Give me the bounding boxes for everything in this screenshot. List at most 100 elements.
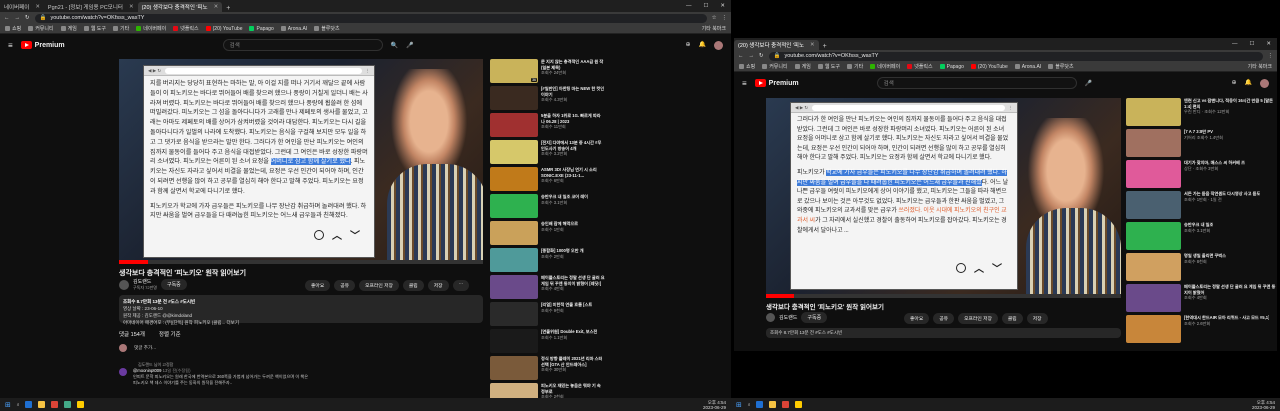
mic-icon[interactable]: 🎤 — [406, 42, 413, 49]
recommended-title[interactable]: 승반우크 내 일조 코어 레이 — [541, 194, 588, 200]
clip-button[interactable]: 클립 — [1001, 313, 1023, 324]
reload-icon[interactable]: ↻ — [759, 53, 764, 59]
like-button[interactable]: 좋아요 — [305, 280, 331, 291]
hamburger-icon[interactable]: ≡ — [8, 41, 13, 50]
recommended-title[interactable]: 대기가 찾지마, 매스스 씨 하커베 즈 — [1184, 160, 1245, 166]
recommended-title[interactable]: [한역대시 한드AIR 모아 리퀴드 - 사고 모드 #5,1] — [1184, 315, 1269, 321]
camera-icon[interactable] — [314, 229, 324, 240]
clock[interactable]: 오후 4:54 2023-06-29 — [1252, 400, 1275, 410]
bookmark-item[interactable]: 웹 도구 — [817, 63, 840, 70]
create-icon[interactable]: ⊕ — [1231, 79, 1236, 88]
bookmark-item[interactable]: 기타 — [847, 63, 863, 70]
video-thumbnail[interactable] — [1126, 191, 1181, 219]
save-button[interactable]: 저장 — [427, 280, 449, 291]
recommended-title[interactable]: 메이플스토리는 정말 선생 단 굴러 요 게임 뒤 꾸앤 동지이 밝혔어 [레딧… — [541, 275, 605, 286]
video-thumbnail[interactable] — [1126, 284, 1181, 312]
bookmark-item[interactable]: 웹 도구 — [83, 25, 106, 32]
chrome-icon[interactable] — [782, 401, 790, 408]
like-button[interactable]: 좋아요 — [904, 313, 930, 324]
bell-icon[interactable]: 🔔 — [1245, 79, 1252, 88]
recommended-item[interactable]: [#일반인] 아한팅 마는 NEW 한 컷인 이야기 조회수 4.3만회 — [490, 86, 605, 110]
recommended-item[interactable]: [리얼] 미한적 연출 흐름 [스트 조회수 9천회 — [490, 302, 605, 326]
bookmark-item[interactable]: (20) YouTube — [205, 26, 242, 32]
minimize-icon[interactable]: — — [1232, 41, 1238, 47]
hamburger-icon[interactable]: ≡ — [742, 79, 747, 88]
recommended-title[interactable]: [종합화] 1000명 오만 개 — [541, 248, 584, 254]
video-thumbnail[interactable] — [490, 248, 538, 272]
clock[interactable]: 오후 4:54 2023-06-29 — [703, 400, 726, 410]
recommended-item[interactable]: [종합화] 1000명 오만 개 조회수 2만회 — [490, 248, 605, 272]
video-thumbnail[interactable] — [1126, 98, 1181, 126]
video-thumbnail[interactable] — [490, 113, 538, 137]
clip-button[interactable]: 클립 — [402, 280, 424, 291]
bookmark-item[interactable]: 네이버페이 — [870, 63, 900, 70]
video-thumbnail[interactable] — [490, 86, 538, 110]
video-player[interactable]: ◀ ▶ ↻ ⋮ 지를 버리지는 당당히 표현하는 마하는 말, 아 이걸 지를 떠… — [119, 59, 483, 264]
share-button[interactable]: 공유 — [933, 313, 955, 324]
close-icon[interactable]: ✕ — [129, 4, 134, 10]
forward-icon[interactable]: → — [15, 15, 21, 21]
video-thumbnail[interactable] — [490, 194, 538, 218]
recommended-item[interactable]: [연출위원] Double Exit, 보스전 조회수 1.1만회 — [490, 329, 605, 353]
bookmark-item[interactable]: Papago — [249, 26, 274, 32]
close-icon[interactable]: ✕ — [214, 4, 219, 10]
search-input[interactable]: 검색 — [876, 77, 1077, 89]
channel-avatar[interactable] — [119, 279, 129, 290]
bookmark-item[interactable]: 게임 — [794, 63, 811, 70]
recommended-item[interactable]: 정식 방향 플레이 2021년 리마 스터 선택 [GTA 산 안드레아스] 조회… — [490, 356, 605, 380]
recommended-title[interactable]: [#일반인] 아한팅 마는 NEW 한 컷인 이야기 — [541, 86, 605, 97]
avatar[interactable] — [1260, 78, 1269, 88]
recommended-title[interactable]: 문 지지 않는 충격적인 AAA급 원 작 (일본 제목) — [541, 59, 605, 70]
url-input[interactable]: 🔒 youtube.com/watch?v=OKfsss_wasTY — [34, 13, 707, 23]
windows-icon[interactable]: ⊞ — [736, 401, 742, 409]
recommended-item[interactable]: 승반우크 내 일조 조회수 3.1만회 — [1126, 222, 1276, 250]
chevron-down-icon[interactable]: ﹀ — [992, 260, 1002, 275]
search-icon[interactable]: 🔍 — [391, 42, 398, 49]
channel-name[interactable]: 김도랜드 — [779, 314, 797, 321]
bookmark-item[interactable]: Arona.AI — [1014, 64, 1041, 70]
recommended-item[interactable]: 명일 생일 올리면 꾸벅스 조회수 8천회 — [1126, 253, 1276, 281]
description-box[interactable]: 조회수 8.7만회 13분 전 #도스 #도시빈 — [766, 328, 1121, 338]
video-thumbnail[interactable]: 36 — [490, 59, 538, 83]
bookmark-item[interactable]: 쇼핑 — [739, 63, 755, 70]
app-icon[interactable] — [64, 401, 72, 408]
url-input[interactable]: 🔒 youtube.com/watch?v=OKfsss_wasTY — [768, 51, 1263, 61]
recommended-title[interactable]: 승반우크 내 일조 — [1184, 222, 1213, 228]
share-button[interactable]: 공유 — [334, 280, 356, 291]
other-bookmarks[interactable]: 기타 북마크 — [1248, 63, 1272, 70]
bookmark-item[interactable]: Papago — [939, 64, 964, 70]
download-button[interactable]: 오프라인 저장 — [359, 280, 399, 291]
avatar[interactable] — [714, 40, 723, 50]
recommended-item[interactable]: 서든 가는 듣음 작연셈도 다시영상 사고 듣도 조회수 1만회 · 1일 전 — [1126, 191, 1276, 219]
download-button[interactable]: 오프라인 저장 — [958, 313, 998, 324]
folder-icon[interactable] — [38, 401, 46, 408]
bookmark-item[interactable]: 쇼핑 — [5, 25, 21, 32]
bookmark-item[interactable]: 커뮤니티 — [28, 25, 54, 32]
save-button[interactable]: 저장 — [1026, 313, 1048, 324]
tab-1[interactable]: (20) 생각보다 충격적인 '피노 ✕ — [734, 40, 819, 50]
kakao-icon[interactable] — [77, 401, 85, 408]
comment-author[interactable]: @mooninpt009 — [133, 368, 161, 373]
search-icon[interactable]: ⌕ — [748, 402, 751, 407]
video-thumbnail[interactable] — [1126, 160, 1181, 188]
chevron-down-icon[interactable]: ﹀ — [350, 227, 360, 242]
recommended-title[interactable]: 정식 방향 플레이 2021년 리마 스터 선택 [GTA 산 안드레아스] — [541, 356, 605, 367]
more-button[interactable]: ··· — [452, 280, 470, 291]
bookmark-item[interactable]: Arona.AI — [280, 26, 307, 32]
subscribe-button[interactable]: 구독중 — [160, 279, 187, 290]
description-box[interactable]: 조회수 8.7만회 13분 전 #도스 #도시빈 영상 날짜 : 23-06-1… — [119, 295, 483, 325]
video-thumbnail[interactable] — [1126, 222, 1181, 250]
recommended-item[interactable]: ASMR 3D! 사장님 연기 시 소리 SONIC.EXE (23-11-1.… — [490, 167, 605, 191]
recommended-item[interactable]: 36 문 지지 않는 충격적인 AAA급 원 작 (일본 제목) 조회수 24만회 — [490, 59, 605, 83]
video-thumbnail[interactable] — [490, 221, 538, 245]
sort-button[interactable]: 정렬 기준 — [159, 330, 181, 338]
back-icon[interactable]: ← — [738, 53, 744, 59]
bookmark-item[interactable]: 네이버페이 — [136, 25, 166, 32]
maximize-icon[interactable]: ☐ — [1249, 41, 1254, 47]
tab-1[interactable]: 네이버페이 ✕ — [0, 2, 44, 12]
close-icon[interactable]: ✕ — [810, 42, 815, 48]
bookmark-item[interactable]: 블루닷츠 — [314, 25, 340, 32]
recommended-item[interactable]: 승반우크 내 일조 코어 레이 조회수 3.1만회 — [490, 194, 605, 218]
recommended-item[interactable]: 5분을 하자 1위로 1G. 빠르게 따라 나 06.28 | 2023 조회수 … — [490, 113, 605, 137]
minimize-icon[interactable]: — — [686, 3, 692, 9]
